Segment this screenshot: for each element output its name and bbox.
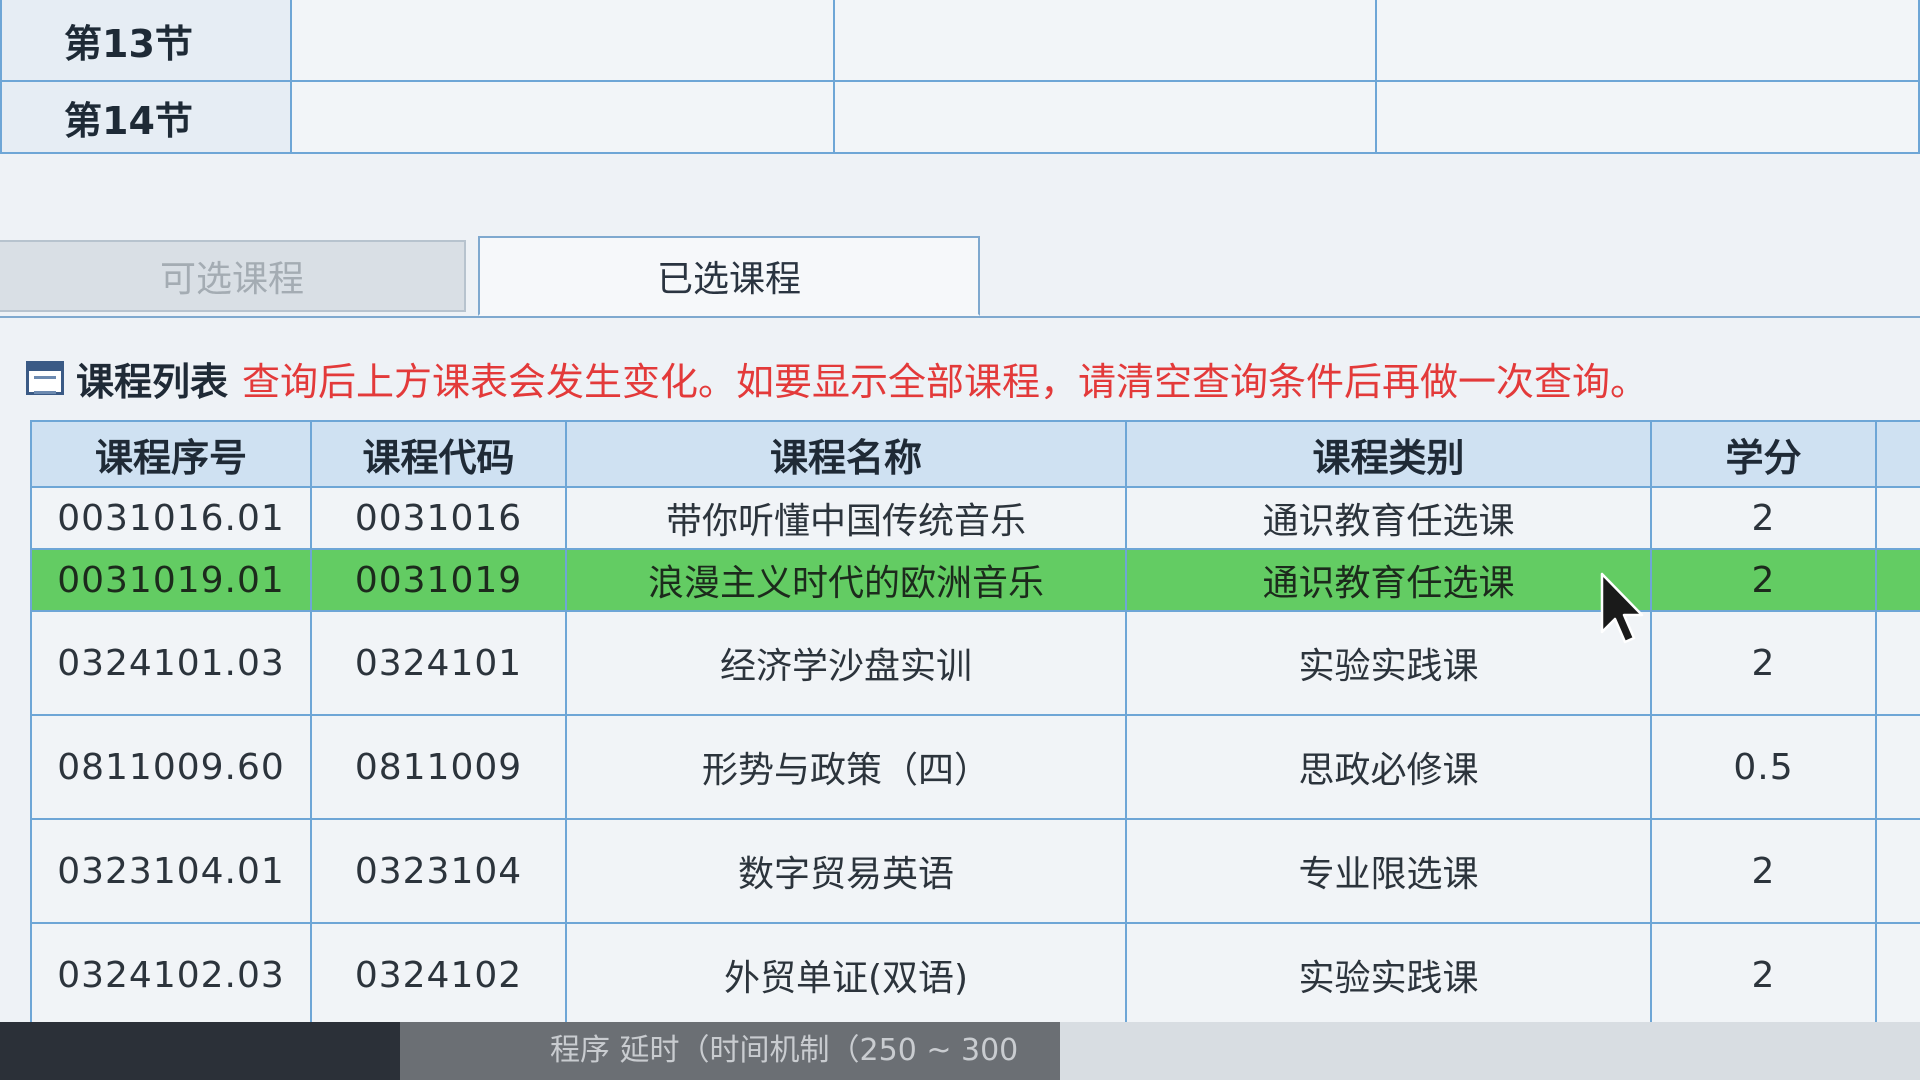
timetable-cell[interactable] [1375, 80, 1920, 154]
column-header-seq[interactable]: 课程序号 [30, 420, 312, 488]
column-header-code[interactable]: 课程代码 [310, 420, 567, 488]
tab-available-courses[interactable]: 可选课程 [0, 240, 466, 312]
cell-name: 形势与政策（四） [565, 714, 1127, 820]
mouse-cursor-icon [1600, 572, 1644, 644]
cell-credit: 2 [1650, 610, 1877, 716]
course-table: 课程序号 课程代码 课程名称 课程类别 学分 0031016.01 003101… [30, 420, 1920, 1072]
cell-extra [1875, 548, 1920, 612]
column-header-category[interactable]: 课程类别 [1125, 420, 1652, 488]
panel-title: 课程列表 [76, 359, 229, 404]
table-row[interactable]: 0323104.01 0323104 数字贸易英语 专业限选课 2 [30, 818, 1920, 924]
panel-header: 课程列表 查询后上方课表会发生变化。如要显示全部课程，请清空查询条件后再做一次查… [26, 350, 1648, 406]
timetable-cell[interactable] [290, 80, 835, 154]
cell-seq: 0811009.60 [30, 714, 312, 820]
cell-extra [1875, 610, 1920, 716]
cell-category: 专业限选课 [1125, 818, 1652, 924]
cell-credit: 0.5 [1650, 714, 1877, 820]
course-selection-screen: 第13节 第14节 可选课程 已选课程 课程列表 查询后上方课表会发生变化。如要… [0, 0, 1920, 1080]
cell-category: 通识教育任选课 [1125, 548, 1652, 612]
cell-category: 实验实践课 [1125, 610, 1652, 716]
bottom-status-bar: 程序 延时（时间机制（250 ~ 300 [0, 1022, 1920, 1080]
cell-name: 带你听懂中国传统音乐 [565, 486, 1127, 550]
cell-code: 0031019 [310, 548, 567, 612]
cell-code: 0031016 [310, 486, 567, 550]
cell-extra [1875, 818, 1920, 924]
timetable-cell[interactable] [1375, 0, 1920, 82]
cell-code: 0324101 [310, 610, 567, 716]
status-text: 程序 延时（时间机制（250 ~ 300 [400, 1022, 1060, 1080]
cell-seq: 0323104.01 [30, 818, 312, 924]
query-notice: 查询后上方课表会发生变化。如要显示全部课程，请清空查询条件后再做一次查询。 [242, 359, 1649, 404]
cell-name: 外贸单证(双语) [565, 922, 1127, 1028]
timetable: 第13节 第14节 [0, 0, 1920, 154]
cell-credit: 2 [1650, 818, 1877, 924]
cell-name: 数字贸易英语 [565, 818, 1127, 924]
period-label: 第14节 [0, 80, 292, 154]
period-label: 第13节 [0, 0, 292, 82]
cell-code: 0323104 [310, 818, 567, 924]
cell-credit: 2 [1650, 486, 1877, 550]
column-header-name[interactable]: 课程名称 [565, 420, 1127, 488]
timetable-cell[interactable] [832, 0, 1378, 82]
status-bar-right [1060, 1022, 1920, 1080]
cell-seq: 0324102.03 [30, 922, 312, 1028]
cell-credit: 2 [1650, 548, 1877, 612]
cell-seq: 0031016.01 [30, 486, 312, 550]
cell-category: 通识教育任选课 [1125, 486, 1652, 550]
cell-seq: 0324101.03 [30, 610, 312, 716]
course-tabs: 可选课程 已选课程 [0, 236, 1920, 318]
timetable-cell[interactable] [290, 0, 835, 82]
column-header-extra [1875, 420, 1920, 488]
table-row[interactable]: 0031016.01 0031016 带你听懂中国传统音乐 通识教育任选课 2 [30, 486, 1920, 550]
tab-selected-courses[interactable]: 已选课程 [478, 236, 980, 316]
cell-extra [1875, 922, 1920, 1028]
timetable-cell[interactable] [832, 80, 1378, 154]
timetable-row: 第14节 [0, 80, 1920, 154]
cell-category: 思政必修课 [1125, 714, 1652, 820]
cell-name: 经济学沙盘实训 [565, 610, 1127, 716]
cell-extra [1875, 714, 1920, 820]
cell-name: 浪漫主义时代的欧洲音乐 [565, 548, 1127, 612]
table-header-row: 课程序号 课程代码 课程名称 课程类别 学分 [30, 420, 1920, 488]
cell-extra [1875, 486, 1920, 550]
list-icon [26, 361, 64, 395]
timetable-row: 第13节 [0, 0, 1920, 82]
column-header-credit[interactable]: 学分 [1650, 420, 1877, 488]
cell-category: 实验实践课 [1125, 922, 1652, 1028]
cell-credit: 2 [1650, 922, 1877, 1028]
cell-code: 0811009 [310, 714, 567, 820]
cell-seq: 0031019.01 [30, 548, 312, 612]
cell-code: 0324102 [310, 922, 567, 1028]
table-row[interactable]: 0324102.03 0324102 外贸单证(双语) 实验实践课 2 [30, 922, 1920, 1028]
table-row[interactable]: 0811009.60 0811009 形势与政策（四） 思政必修课 0.5 [30, 714, 1920, 820]
